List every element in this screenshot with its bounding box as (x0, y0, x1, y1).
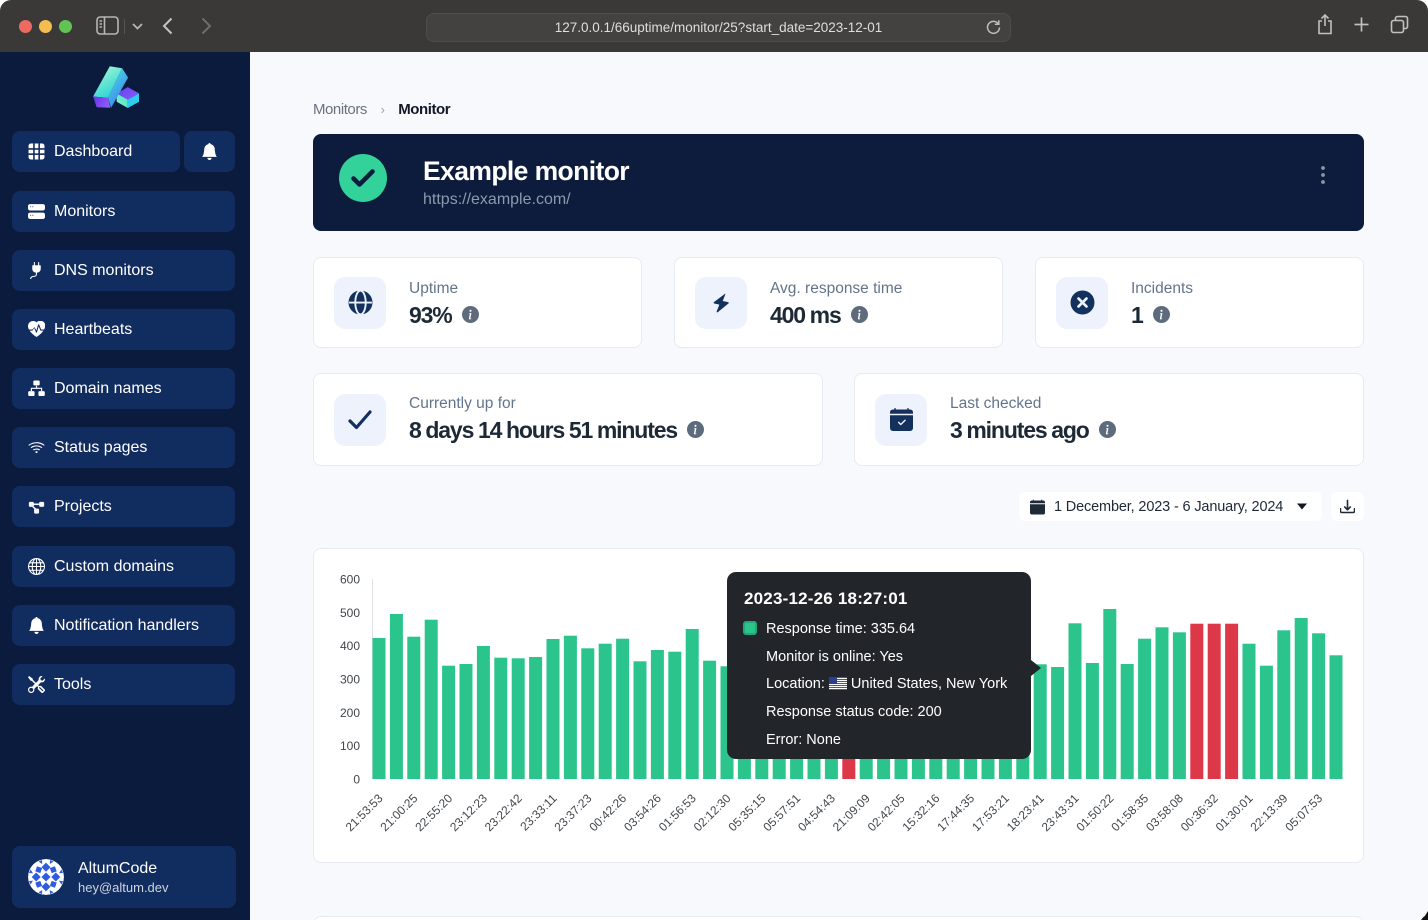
svg-text:21:00:25: 21:00:25 (377, 791, 420, 834)
svg-text:23:22:42: 23:22:42 (482, 791, 525, 834)
svg-text:02:12:30: 02:12:30 (691, 791, 734, 834)
svg-text:18:23:41: 18:23:41 (1004, 791, 1047, 834)
svg-text:05:57:51: 05:57:51 (760, 791, 803, 834)
svg-text:15:32:16: 15:32:16 (899, 791, 942, 834)
svg-text:01:56:53: 01:56:53 (656, 791, 699, 834)
svg-text:00:42:26: 00:42:26 (586, 791, 629, 834)
svg-text:01:50:22: 01:50:22 (1073, 791, 1116, 834)
svg-text:600: 600 (340, 573, 360, 587)
svg-text:05:07:53: 05:07:53 (1282, 791, 1325, 834)
svg-text:0: 0 (353, 773, 360, 787)
svg-text:02:42:05: 02:42:05 (865, 791, 908, 834)
svg-text:17:44:35: 17:44:35 (934, 791, 977, 834)
svg-text:01:58:35: 01:58:35 (1108, 791, 1151, 834)
svg-text:23:12:23: 23:12:23 (447, 791, 490, 834)
svg-text:22:55:20: 22:55:20 (412, 791, 455, 834)
svg-text:05:35:15: 05:35:15 (725, 791, 768, 834)
svg-text:21:09:09: 21:09:09 (830, 791, 873, 834)
svg-text:23:37:23: 23:37:23 (551, 791, 594, 834)
svg-text:03:58:08: 03:58:08 (1143, 791, 1186, 834)
svg-text:23:43:31: 23:43:31 (1039, 791, 1082, 834)
svg-text:01:30:01: 01:30:01 (1213, 791, 1256, 834)
svg-text:04:54:43: 04:54:43 (795, 791, 838, 834)
svg-text:300: 300 (340, 673, 360, 687)
svg-text:22:13:39: 22:13:39 (1247, 791, 1290, 834)
svg-text:00:36:32: 00:36:32 (1178, 791, 1221, 834)
svg-text:17:53:21: 17:53:21 (969, 791, 1012, 834)
svg-text:400: 400 (340, 639, 360, 653)
svg-text:500: 500 (340, 606, 360, 620)
svg-text:100: 100 (340, 739, 360, 753)
svg-text:03:54:26: 03:54:26 (621, 791, 664, 834)
svg-text:200: 200 (340, 706, 360, 720)
svg-text:21:53:53: 21:53:53 (343, 791, 386, 834)
